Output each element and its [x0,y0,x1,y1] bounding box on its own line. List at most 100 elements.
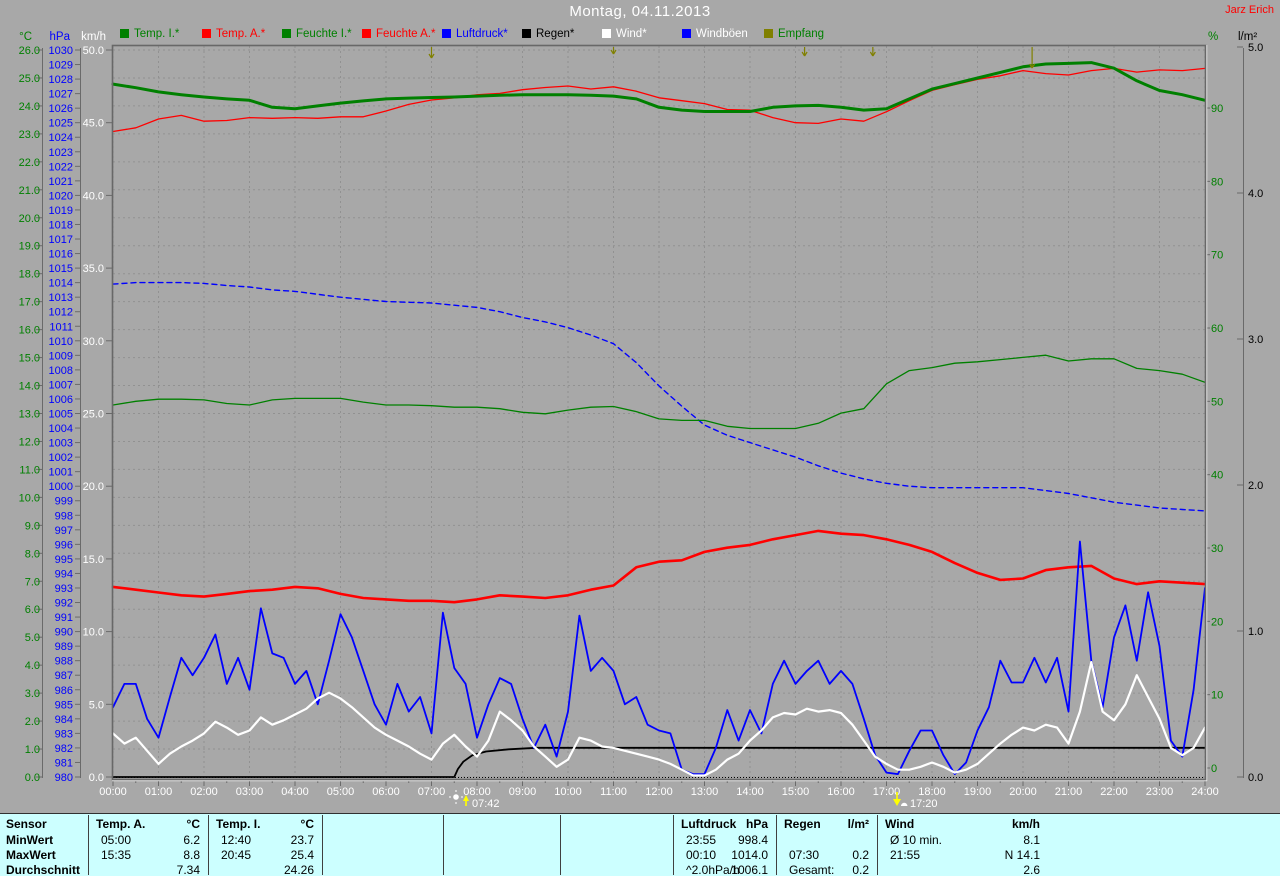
stat-col-unit: °C [300,817,314,831]
x-axis: 00:00 01:00 02:00 03:00 04:00 05:00 06:00 07:00… [99,779,1219,798]
x-axis-label: 00:00 [99,786,127,798]
empfang-mark [428,47,435,59]
legend-color-box-feuchte-i [282,29,291,38]
y-axis-percent-label: 50 [1211,396,1223,408]
legend-item-windboeen[interactable]: Windböen [682,28,748,42]
legend-item-regen[interactable]: Regen* [522,28,574,42]
y-axis-hpa-label: 996 [55,539,73,551]
sunset-time-label: 17:20 [910,798,938,810]
y-axis-hpa-label: 983 [55,728,73,740]
x-axis-label: 10:00 [554,786,582,798]
y-axis-hpa-label: 985 [55,699,73,711]
y-axis-kmh-label: 40.0 [83,190,104,202]
y-axis-lm2-label: 0.0 [1248,772,1263,784]
y-axis-hpa-label: 1004 [49,423,73,435]
y-axis-temp-c-label: 21.0 [19,185,40,197]
legend-color-box-empfang [764,29,773,38]
y-axis-temp-c-label: 12.0 [19,436,40,448]
stat-value: 998.4 [737,833,768,847]
stat-row-label: MaxWert [6,848,56,862]
y-axis-hpa-label: 1000 [49,481,73,493]
y-axis-percent-label: 40 [1211,470,1223,482]
sunrise-time-label: 07:42 [472,798,500,810]
stat-col-unit: l/m² [847,817,869,831]
x-axis-label: 02:00 [190,786,218,798]
legend-label-temp-a: Temp. A.* [216,28,266,40]
y-axis-temp-c-label: 10.0 [19,492,40,504]
y-axis-hpa-label: 1012 [49,307,73,319]
y-axis-hpa-label: 1015 [49,263,73,275]
y-axis-hpa-label: 1021 [49,176,73,188]
y-axis-hpa-label: 1009 [49,350,73,362]
stat-value: 25.4 [290,848,314,862]
y-axis-hpa-label: 1003 [49,438,73,450]
y-axis-hpa-label: 1019 [49,205,73,217]
y-axis-temp-c-label: 11.0 [19,464,40,476]
y-axis-temp-c-label: 25.0 [19,73,40,85]
legend-color-box-windboeen [682,29,691,38]
y-axis-kmh-label: 5.0 [89,699,104,711]
legend-item-feuchte-a[interactable]: Feuchte A.* [362,28,435,42]
legend-label-windboeen: Windböen [696,28,748,40]
y-axis-temp-c-label: 8.0 [25,548,40,560]
y-axis-kmh-label: 50.0 [83,45,104,57]
stat-value: 0.2 [852,848,869,862]
y-axis-hpa-label: 1007 [49,379,73,391]
y-axis-kmh: 50.0 45.0 40.0 35.0 30.0 25.0 20.0 15.0 10.0 5.0 0… [83,45,112,784]
y-axis-hpa-label: 1008 [49,365,73,377]
x-axis-label: 20:00 [1009,786,1037,798]
y-axis-lm2-label: 4.0 [1248,188,1263,200]
y-axis-temp-c-label: 2.0 [25,716,40,728]
y-axis-hpa-label: 1023 [49,147,73,159]
y-axis-temp-c-label: 24.0 [19,101,40,113]
stat-value: 1014.0 [731,848,768,862]
x-axis-label: 19:00 [964,786,992,798]
y-axis-hpa: 1030 1029 1028 1027 1026 1025 1024 1023 1022 1021… [49,45,81,784]
y-axis-temp-c-label: 13.0 [19,409,40,421]
sunset-halfsun-icon [901,802,908,806]
y-axis-percent-label: 20 [1211,616,1223,628]
y-axis-temp-c: 26.0 25.0 24.0 23.0 22.0 21.0 20.0 19.0 18.0 17.0… [19,45,43,784]
legend-color-box-wind [602,29,611,38]
x-axis-label: 09:00 [509,786,537,798]
legend-label-feuchte-a: Feuchte A.* [376,28,436,40]
x-axis-label: 22:00 [1100,786,1128,798]
y-axis-hpa-label: 1024 [49,132,73,144]
y-axis-hpa-label: 991 [55,612,73,624]
empfang-mark [801,47,808,57]
stat-col-unit: hPa [745,817,768,831]
legend-item-luftdruck[interactable]: Luftdruck* [442,28,508,42]
y-axis-hpa-label: 1025 [49,118,73,130]
legend-item-temp-a[interactable]: Temp. A.* [202,28,265,42]
x-axis-label: 23:00 [1146,786,1174,798]
legend-item-empfang[interactable]: Empfang [764,28,824,42]
legend-item-wind[interactable]: Wind* [602,28,647,42]
x-axis-label: 14:00 [736,786,764,798]
y-axis-percent-label: 0 [1211,763,1217,775]
legend-item-feuchte-i[interactable]: Feuchte I.* [282,28,352,42]
stat-value: 6.2 [183,833,200,847]
y-axis-kmh-label: 15.0 [83,554,104,566]
y-axis-hpa-label: 988 [55,656,73,668]
y-axis-temp-c-label: 1.0 [25,744,40,756]
x-axis-label: 01:00 [145,786,173,798]
x-axis-label: 03:00 [236,786,264,798]
y-axis-hpa-label: 1011 [49,321,73,333]
legend-item-temp-i[interactable]: Temp. I.* [120,28,179,42]
legend: Temp. I.* Temp. A.* Feuchte I.* Feuchte A.*… [0,28,1280,44]
y-axis-hpa-label: 1017 [49,234,73,246]
y-axis-hpa-label: 1001 [49,467,73,479]
x-axis-label: 11:00 [600,786,627,798]
y-axis-temp-c-label: 15.0 [19,353,40,365]
bottom-strip [0,876,1280,881]
legend-color-box-temp-a [202,29,211,38]
y-axis-temp-c-label: 3.0 [25,688,40,700]
y-axis-temp-c-label: 0.0 [25,772,40,784]
y-axis-hpa-label: 986 [55,685,73,697]
stat-row-label: Sensor [6,817,47,831]
y-axis-hpa-label: 990 [55,627,73,639]
x-axis-label: 06:00 [372,786,400,798]
y-axis-hpa-label: 1020 [49,190,73,202]
y-axis-hpa-label: 992 [55,598,73,610]
x-axis-label: 24:00 [1191,786,1219,798]
